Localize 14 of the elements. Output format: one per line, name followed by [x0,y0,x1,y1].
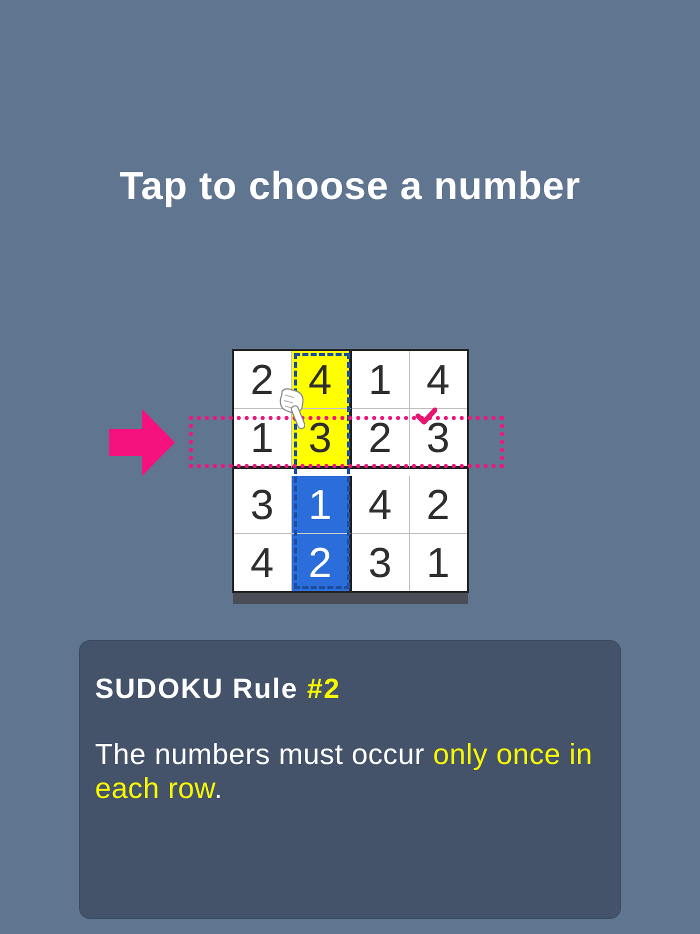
grid-cell[interactable]: 2 [410,476,466,534]
grid-cell[interactable]: 4 [352,476,410,534]
grid-cell[interactable]: 2 [234,351,292,409]
rule-text: The numbers must occur only once in each row. [95,738,594,806]
grid-cell[interactable]: 3 [352,534,410,591]
grid-cell[interactable]: 3 [234,476,292,534]
grid-cell[interactable]: 4 [410,351,466,409]
grid-cell[interactable]: 2 [352,409,410,469]
grid-cell[interactable]: 1 [292,476,352,534]
grid-cell[interactable]: 1 [352,351,410,409]
right-arrow-icon [108,409,174,476]
rule-heading: SUDOKU Rule #2 [95,672,342,706]
grid-cell[interactable]: 3 [410,409,466,469]
page-title: Tap to choose a number [119,164,581,210]
